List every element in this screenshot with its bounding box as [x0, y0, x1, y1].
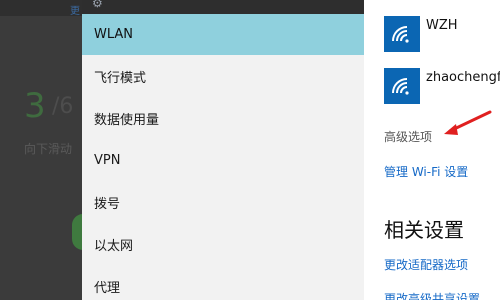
nav-item-label: 代理 — [94, 281, 121, 296]
background-app-window: 更 3 /6 向下滑动 — [0, 0, 82, 300]
gear-icon: ⚙ — [92, 0, 103, 10]
page-counter-suffix: /6 — [52, 94, 74, 119]
page-counter: 3 — [24, 86, 46, 126]
nav-item-label: WLAN — [94, 27, 134, 42]
wifi-network-tile[interactable] — [384, 16, 420, 52]
wifi-icon — [392, 26, 409, 43]
nav-item-vpn[interactable]: VPN — [82, 140, 364, 181]
nav-item-proxy[interactable]: 代理 — [82, 266, 364, 307]
settings-window: ⚙ WLAN 飞行模式 数据使用量 VPN 拨号 以太网 代理 WZH zhao… — [82, 0, 500, 300]
nav-item-label: 飞行模式 — [94, 71, 147, 86]
background-app-green-button — [72, 214, 82, 250]
related-settings-title: 相关设置 — [384, 218, 464, 242]
nav-item-dial-up[interactable]: 拨号 — [82, 182, 364, 223]
change-adapter-options-link[interactable]: 更改适配器选项 — [384, 256, 468, 273]
annotation-arrow-icon — [444, 110, 492, 135]
scroll-hint: 向下滑动 — [24, 142, 73, 156]
nav-item-ethernet[interactable]: 以太网 — [82, 224, 364, 265]
wifi-network-tile[interactable] — [384, 68, 420, 104]
nav-item-label: 数据使用量 — [94, 113, 160, 128]
nav-item-wlan[interactable]: WLAN — [82, 14, 364, 55]
background-app-top-link: 更 — [70, 6, 80, 17]
settings-nav: WLAN 飞行模式 数据使用量 VPN 拨号 以太网 代理 — [82, 14, 364, 300]
wifi-network-name[interactable]: WZH — [426, 18, 458, 33]
nav-item-label: VPN — [94, 153, 121, 168]
wifi-network-name[interactable]: zhaochengf — [426, 70, 500, 85]
wifi-icon — [392, 78, 409, 95]
nav-item-label: 拨号 — [94, 197, 121, 212]
nav-item-label: 以太网 — [94, 239, 134, 254]
wlan-content-pane: WZH zhaochengf 高级选项 管理 Wi-Fi 设置 相关设置 更改适… — [364, 0, 500, 300]
change-advanced-sharing-link[interactable]: 更改高级共享设置 — [384, 290, 480, 300]
nav-item-airplane-mode[interactable]: 飞行模式 — [82, 56, 364, 97]
manage-wifi-settings-link[interactable]: 管理 Wi-Fi 设置 — [384, 163, 468, 180]
nav-item-data-usage[interactable]: 数据使用量 — [82, 98, 364, 139]
settings-titlebar: ⚙ — [82, 0, 364, 14]
